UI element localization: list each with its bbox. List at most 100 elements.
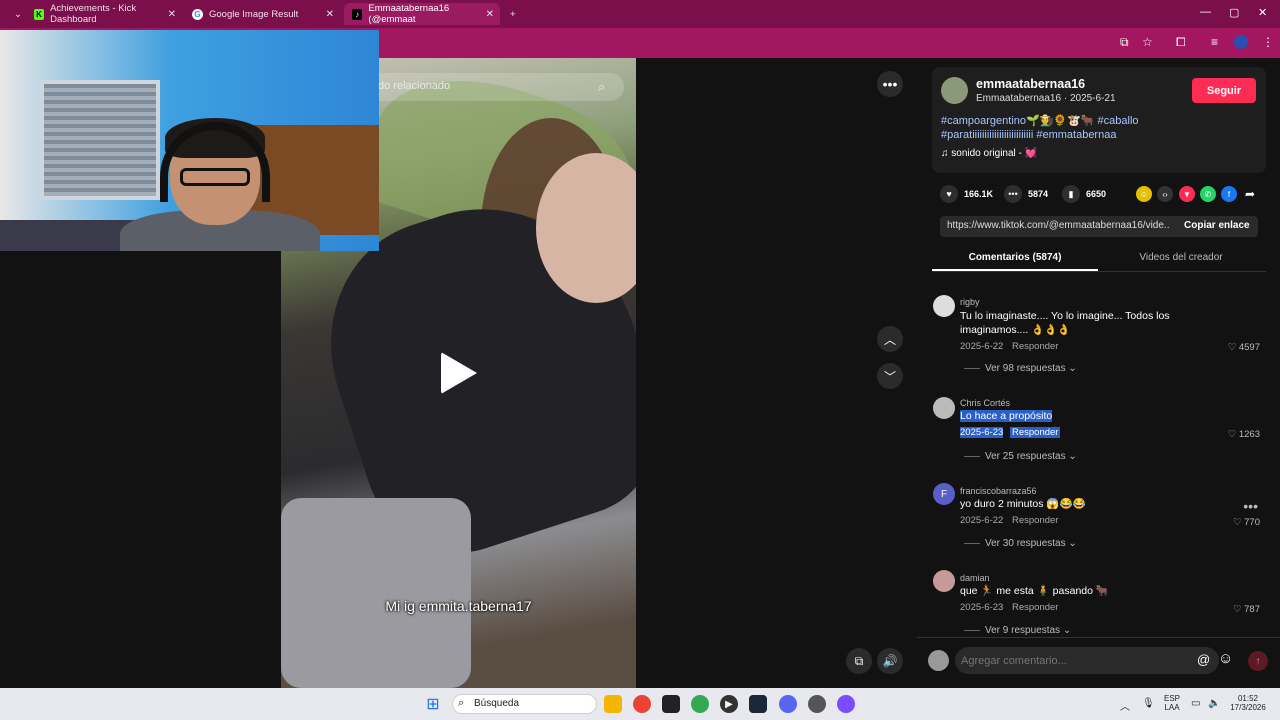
next-video-button[interactable]: ﹀ — [877, 363, 903, 389]
video-url[interactable]: https://www.tiktok.com/@emmaatabernaa16/… — [947, 220, 1169, 231]
tab-google-image[interactable]: G Google Image Result ✕ — [184, 3, 340, 25]
new-tab-button[interactable]: + — [502, 3, 524, 25]
close-icon[interactable]: ✕ — [326, 9, 334, 20]
tab-kick-dashboard[interactable]: K Achievements - Kick Dashboard ✕ — [26, 3, 182, 25]
tab-creator-videos[interactable]: Videos del creador — [1098, 252, 1264, 263]
clock[interactable]: 01:52 17/3/2026 — [1228, 694, 1268, 712]
app-purple-icon[interactable] — [837, 695, 855, 713]
heart-icon[interactable]: ♥ — [940, 185, 958, 203]
webcam-bed — [0, 220, 140, 251]
share-arrow-icon[interactable]: ➦ — [1242, 186, 1258, 202]
comment-like-count: 4597 — [1238, 342, 1260, 353]
chevron-down-icon: ⌄ — [14, 8, 22, 20]
comment-date: 2025-6-23 — [960, 602, 1004, 613]
mention-icon[interactable]: @ — [1197, 652, 1210, 667]
reply-button[interactable]: Responder — [1012, 515, 1058, 526]
chrome-active-icon[interactable] — [691, 695, 709, 713]
bookmark-icon[interactable]: ▮ — [1062, 185, 1080, 203]
reply-button[interactable]: Responder — [1010, 427, 1061, 438]
cast-icon[interactable]: ⧉ — [1120, 35, 1129, 50]
language-code: ESP — [1164, 694, 1181, 703]
video-frame-pants — [281, 498, 471, 688]
comment-likes[interactable]: ♡ 787 — [1233, 604, 1260, 615]
comment-likes[interactable]: ♡ 770 — [1233, 517, 1260, 528]
whatsapp-icon[interactable]: ✆ — [1200, 186, 1216, 202]
extensions-icon[interactable]: ⧠ — [1176, 35, 1186, 50]
app-icon[interactable] — [662, 695, 680, 713]
view-replies[interactable]: Ver 9 respuestas ⌄ — [964, 625, 1071, 636]
copy-link-button[interactable]: Copiar enlace — [1184, 220, 1250, 231]
minimize-icon[interactable]: — — [1200, 6, 1211, 18]
chevron-up-icon[interactable]: ︿ — [1120, 698, 1130, 713]
chrome-icon[interactable] — [633, 695, 651, 713]
clock-date: 17/3/2026 — [1230, 703, 1266, 712]
comment-avatar[interactable] — [933, 397, 955, 419]
follow-button[interactable]: Seguir — [1192, 78, 1256, 103]
close-icon[interactable]: ✕ — [486, 9, 494, 20]
comment-input[interactable] — [955, 647, 1219, 674]
comment-more-icon[interactable]: ••• — [1243, 498, 1258, 514]
more-options-button[interactable]: ••• — [877, 71, 903, 97]
comment-count: 5874 — [1028, 189, 1049, 199]
star-icon[interactable]: ☆ — [1142, 35, 1153, 49]
comment-username[interactable]: damian — [960, 573, 990, 583]
post-comment-button[interactable]: ↑ — [1248, 651, 1268, 671]
search-icon[interactable]: ⌕ — [598, 79, 605, 95]
send-icon[interactable]: ▼ — [1179, 186, 1195, 202]
tab-title: Emmaatabernaa16 (@emmaat — [368, 3, 450, 25]
comment-username[interactable]: Chris Cortés — [960, 398, 1010, 408]
profile-avatar-icon[interactable] — [1234, 35, 1248, 49]
comment-avatar[interactable] — [933, 295, 955, 317]
media-player-icon[interactable]: ▶ — [720, 695, 738, 713]
author-username[interactable]: emmaatabernaa16 — [976, 77, 1085, 91]
media-icon[interactable]: ≡ — [1211, 35, 1218, 49]
view-replies[interactable]: Ver 98 respuestas ⌄ — [964, 363, 1077, 374]
search-icon: ⌕ — [458, 697, 465, 709]
play-icon[interactable] — [441, 352, 477, 394]
close-window-icon[interactable]: ✕ — [1258, 6, 1267, 19]
comment-username[interactable]: rigby — [960, 297, 980, 307]
language-indicator[interactable]: ESP LAA — [1164, 694, 1180, 712]
volume-icon[interactable]: 🔊 — [877, 648, 903, 674]
comment-likes[interactable]: ♡ 1263 — [1228, 429, 1260, 440]
reply-button[interactable]: Responder — [1012, 602, 1058, 613]
facebook-icon[interactable]: f — [1221, 186, 1237, 202]
heart-outline-icon: ♡ — [1227, 342, 1239, 353]
webcam-window-blinds — [40, 80, 160, 200]
comment-likes[interactable]: ♡ 4597 — [1228, 342, 1260, 353]
previous-video-button[interactable]: ︿ — [877, 326, 903, 352]
comment-avatar[interactable] — [933, 570, 955, 592]
close-icon[interactable]: ✕ — [168, 9, 176, 20]
comment-username[interactable]: franciscobarraza56 — [960, 486, 1037, 496]
network-icon[interactable]: ▭ — [1191, 698, 1200, 709]
repost-icon[interactable]: ☺ — [1136, 186, 1152, 202]
discord-icon[interactable] — [779, 695, 797, 713]
view-replies[interactable]: Ver 30 respuestas ⌄ — [964, 538, 1077, 549]
pip-button[interactable]: ⧉ — [846, 648, 872, 674]
hashtags-line-2[interactable]: #paratiiiiiiiiiiiiiiiiiiiiiiiii #emmatab… — [941, 128, 1261, 142]
kick-icon: K — [34, 8, 45, 20]
hashtags-line-1[interactable]: #campoargentino🌱🧑‍🌾🌻🐮🐂 #caballo — [941, 114, 1261, 128]
tab-tiktok[interactable]: ♪ Emmaatabernaa16 (@emmaat ✕ — [344, 3, 500, 25]
emoji-icon[interactable]: ☺ — [1218, 650, 1233, 667]
microphone-icon[interactable]: 🎙 — [1142, 698, 1155, 709]
file-explorer-icon[interactable] — [604, 695, 622, 713]
tab-comments[interactable]: Comentarios (5874) — [932, 252, 1098, 263]
obs-icon[interactable] — [808, 695, 826, 713]
view-replies[interactable]: Ver 25 respuestas ⌄ — [964, 451, 1077, 462]
comment-like-count: 787 — [1244, 604, 1260, 615]
menu-kebab-icon[interactable]: ⋮ — [1262, 35, 1274, 49]
tiktok-icon: ♪ — [352, 8, 363, 20]
music-link[interactable]: ♫ sonido original - 💓 — [941, 148, 1037, 159]
author-avatar[interactable] — [941, 77, 968, 104]
windows-start-icon[interactable]: ⊞ — [424, 695, 442, 713]
comment-text: que 🏃 me esta 🧍 pasando 🐂 — [960, 585, 1109, 597]
comment-icon[interactable]: ••• — [1004, 185, 1022, 203]
speaker-icon[interactable]: 🔈 — [1208, 698, 1220, 709]
comment-avatar[interactable]: F — [933, 483, 955, 505]
my-avatar — [928, 650, 949, 671]
restore-icon[interactable]: ▢ — [1229, 6, 1239, 19]
steam-icon[interactable] — [749, 695, 767, 713]
reply-button[interactable]: Responder — [1012, 341, 1058, 352]
embed-icon[interactable]: ‹› — [1157, 186, 1173, 202]
